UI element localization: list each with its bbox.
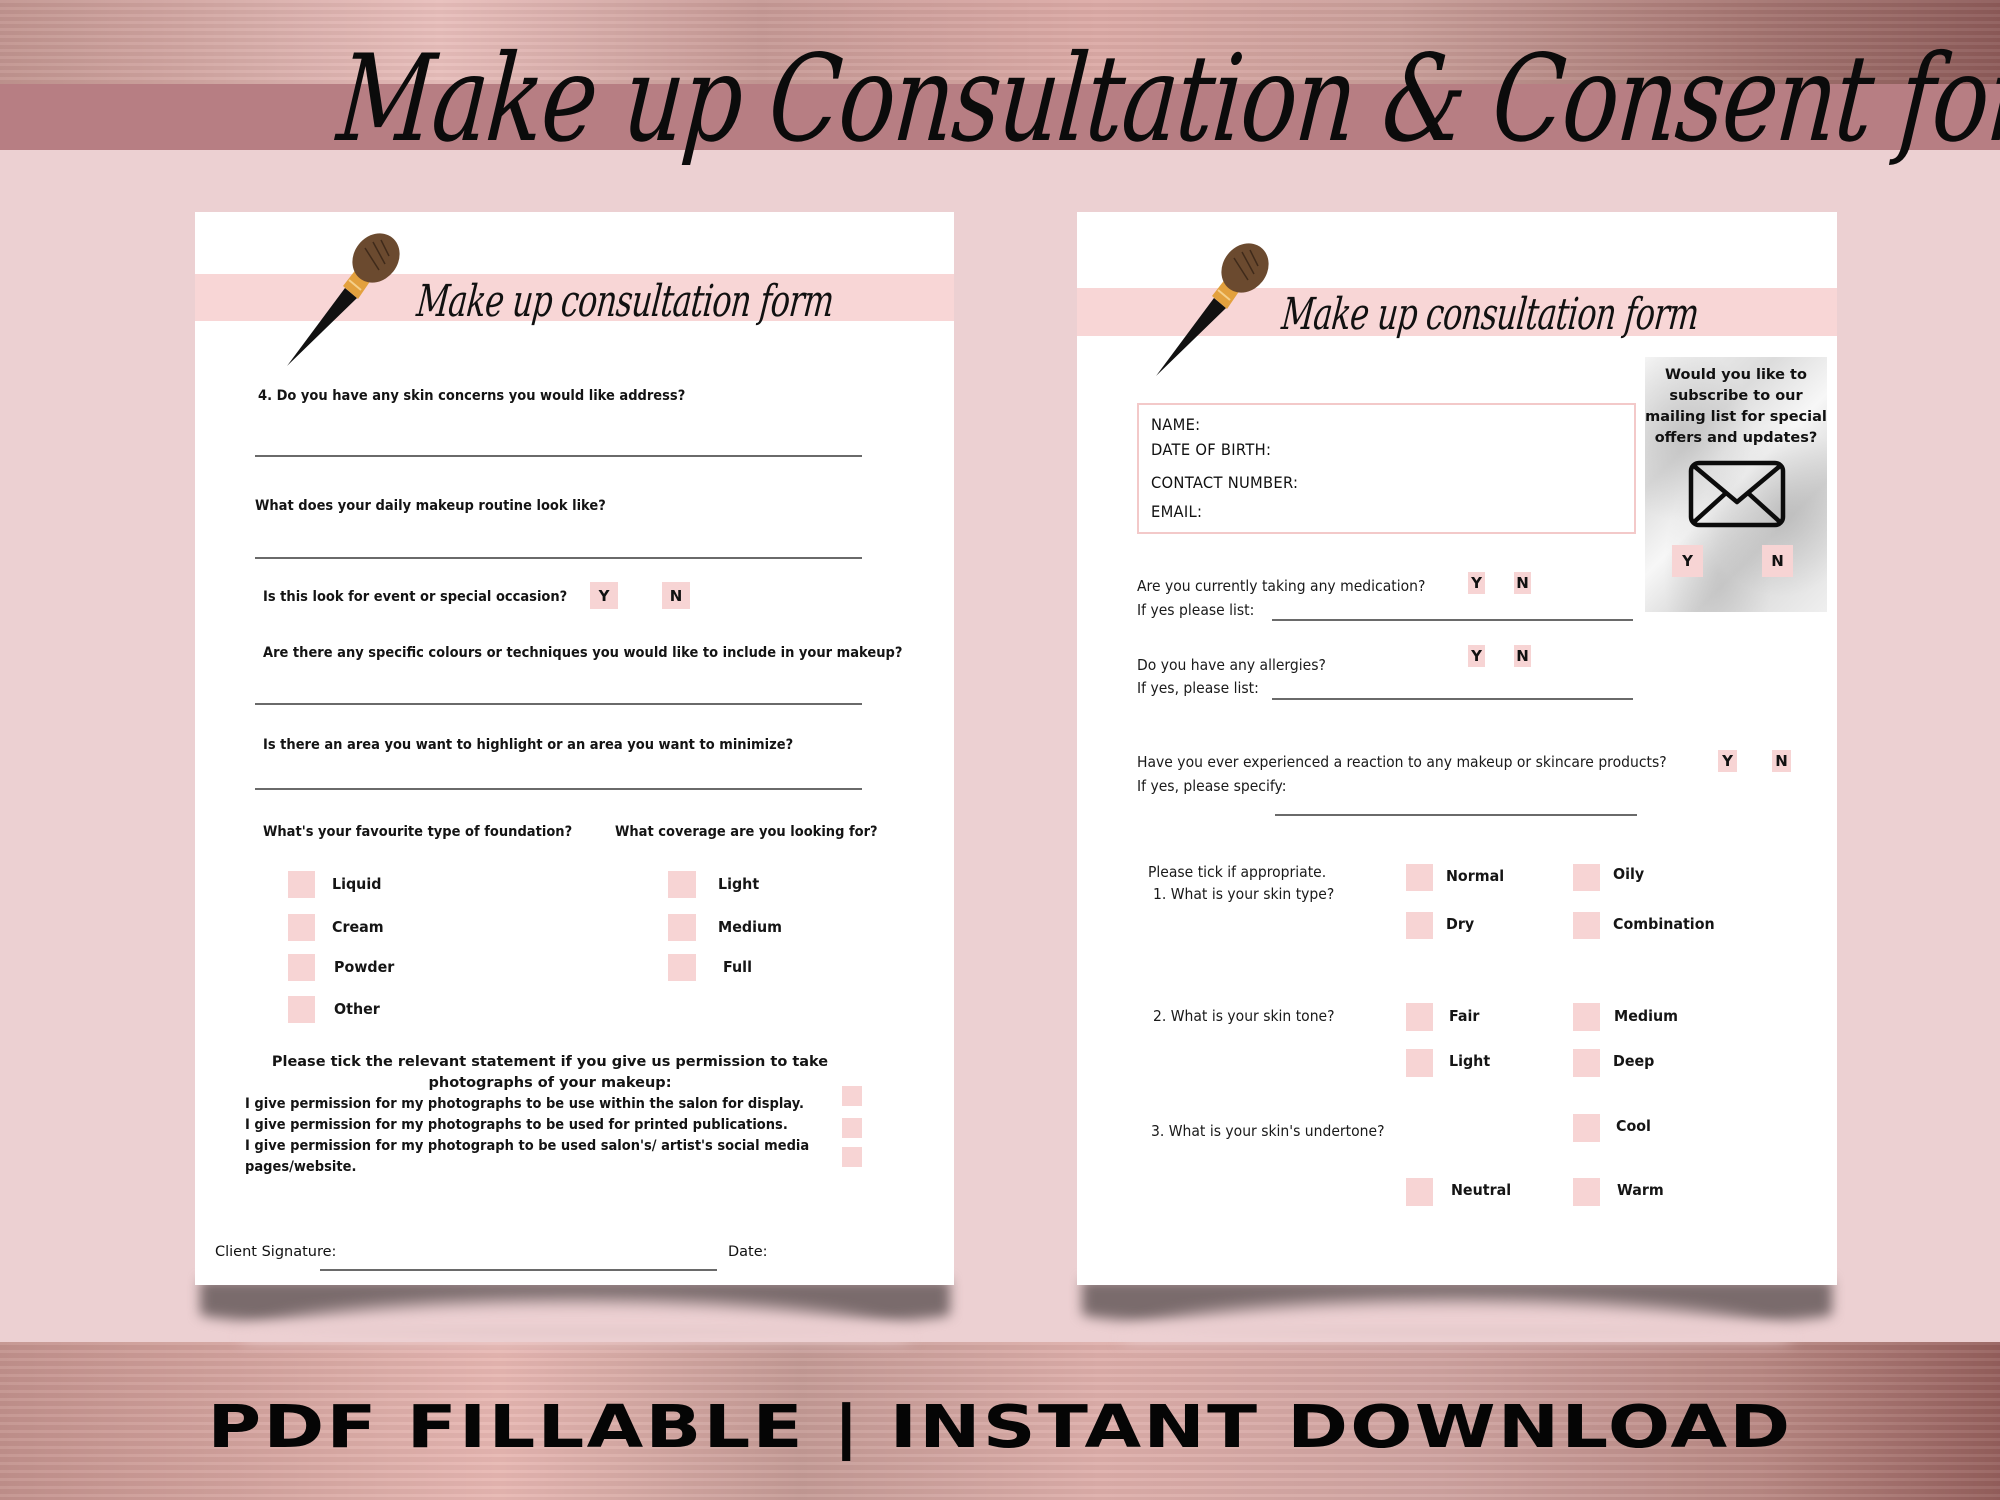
main-banner-title: Make up Consultation & Consent form [332,30,2000,169]
mailing-list-question: Would you like to subscribe to our maili… [1645,367,1827,446]
question-skin-type: 1. What is your skin type? [1153,885,1335,903]
permission-statement-display: I give permission for my photographs to … [245,1096,804,1112]
permission-statement-print: I give permission for my photographs to … [245,1117,788,1133]
date-label: Date: [728,1244,768,1260]
foundation-powder-label: Powder [334,958,395,976]
undertone-cool-label: Cool [1616,1117,1651,1135]
skin-type-oily-label: Oily [1613,865,1645,883]
medication-follow-up-label: If yes please list: [1137,601,1255,619]
foundation-other-label: Other [334,1000,380,1018]
skin-tone-fair-label: Fair [1449,1007,1480,1025]
question-highlight: Is there an area you want to highlight o… [263,737,794,753]
tick-instruction: Please tick if appropriate. [1148,863,1327,881]
makeup-brush-icon [1156,243,1269,376]
coverage-light-checkbox[interactable] [668,871,696,898]
reaction-no-checkbox[interactable]: N [1772,750,1791,772]
question-coverage: What coverage are you looking for? [615,824,878,840]
form-header-title: Make up consultation form [1279,289,1701,340]
skin-type-dry-checkbox[interactable] [1406,912,1433,939]
mailing-no-checkbox[interactable]: N [1762,545,1793,577]
skin-tone-medium-label: Medium [1614,1007,1678,1025]
skin-tone-fair-checkbox[interactable] [1406,1003,1433,1031]
client-signature-label: Client Signature: [215,1244,337,1260]
skin-type-normal-label: Normal [1446,867,1505,885]
answer-line-colours[interactable] [255,703,862,705]
coverage-medium-checkbox[interactable] [668,914,696,941]
permission-display-checkbox[interactable] [842,1086,862,1106]
contact-details-box: NAME: DATE OF BIRTH: CONTACT NUMBER: EMA… [1137,403,1636,534]
permission-print-checkbox[interactable] [842,1118,862,1138]
answer-line-daily-routine[interactable] [255,557,862,559]
allergies-no-checkbox[interactable]: N [1514,645,1531,667]
skin-type-combination-label: Combination [1613,915,1715,933]
client-signature-line[interactable] [320,1269,717,1271]
permission-heading: Please tick the relevant statement if yo… [271,1054,829,1091]
coverage-full-label: Full [723,958,752,976]
skin-type-dry-label: Dry [1446,915,1475,933]
foundation-liquid-checkbox[interactable] [288,871,315,898]
skin-tone-deep-label: Deep [1613,1052,1655,1070]
contact-number-field-label[interactable]: CONTACT NUMBER: [1151,473,1298,492]
form-header-title: Make up consultation form [414,276,836,327]
skin-tone-deep-checkbox[interactable] [1573,1049,1600,1077]
event-yes-checkbox[interactable]: Y [590,582,618,609]
mailing-list-card: Would you like to subscribe to our maili… [1645,357,1827,612]
foundation-liquid-label: Liquid [332,875,382,893]
permission-statement-social-cont: pages/website. [245,1159,357,1175]
name-field-label[interactable]: NAME: [1151,415,1200,434]
undertone-neutral-label: Neutral [1451,1181,1512,1199]
undertone-warm-checkbox[interactable] [1573,1178,1600,1206]
allergies-follow-up-label: If yes, please list: [1137,679,1259,697]
question-allergies: Do you have any allergies? [1137,656,1326,674]
allergies-yes-checkbox[interactable]: Y [1468,645,1485,667]
undertone-neutral-checkbox[interactable] [1406,1178,1433,1206]
reaction-specify-line[interactable] [1275,814,1637,816]
question-undertone: 3. What is your skin's undertone? [1151,1122,1385,1140]
skin-tone-light-checkbox[interactable] [1406,1049,1433,1077]
undertone-cool-checkbox[interactable] [1573,1114,1600,1142]
reaction-follow-up-label: If yes, please specify: [1137,777,1287,795]
answer-line-highlight[interactable] [255,788,862,790]
skin-tone-light-label: Light [1449,1052,1491,1070]
foundation-other-checkbox[interactable] [288,996,315,1023]
coverage-light-label: Light [718,875,760,893]
medication-yes-checkbox[interactable]: Y [1468,572,1485,594]
mailing-yes-checkbox[interactable]: Y [1672,545,1703,577]
skin-type-normal-checkbox[interactable] [1406,864,1433,891]
question-foundation: What's your favourite type of foundation… [263,824,573,840]
allergies-list-line[interactable] [1272,698,1633,700]
question-skin-concerns: 4. Do you have any skin concerns you wou… [258,388,686,404]
makeup-brush-icon [287,233,400,366]
question-event: Is this look for event or special occasi… [263,589,568,605]
foundation-powder-checkbox[interactable] [288,954,315,981]
skin-type-oily-checkbox[interactable] [1573,864,1600,891]
coverage-full-checkbox[interactable] [668,954,696,981]
undertone-warm-label: Warm [1617,1181,1664,1199]
email-field-label[interactable]: EMAIL: [1151,502,1202,521]
foundation-cream-label: Cream [332,918,384,936]
permission-social-checkbox[interactable] [842,1147,862,1167]
question-skin-tone: 2. What is your skin tone? [1153,1007,1335,1025]
question-medication: Are you currently taking any medication? [1137,577,1426,595]
question-colours: Are there any specific colours or techni… [263,645,903,661]
medication-list-line[interactable] [1272,619,1633,621]
envelope-icon [1688,460,1786,528]
question-reaction: Have you ever experienced a reaction to … [1137,753,1667,771]
coverage-medium-label: Medium [718,918,782,936]
answer-line-skin-concerns[interactable] [255,455,862,457]
reaction-yes-checkbox[interactable]: Y [1718,750,1737,772]
skin-tone-medium-checkbox[interactable] [1573,1003,1600,1031]
foundation-cream-checkbox[interactable] [288,914,315,941]
skin-type-combination-checkbox[interactable] [1573,912,1600,939]
medication-no-checkbox[interactable]: N [1514,572,1531,594]
permission-statement-social: I give permission for my photograph to b… [245,1138,810,1154]
event-no-checkbox[interactable]: N [662,582,690,609]
question-daily-routine: What does your daily makeup routine look… [255,498,606,514]
right-form-page: Make up consultation form NAME: DATE OF … [1077,212,1837,1285]
left-form-page: Make up consultation form 4. Do you have… [195,212,954,1285]
footer-banner-text: PDF FILLABLE | INSTANT DOWNLOAD [207,1391,1793,1462]
dob-field-label[interactable]: DATE OF BIRTH: [1151,440,1271,459]
